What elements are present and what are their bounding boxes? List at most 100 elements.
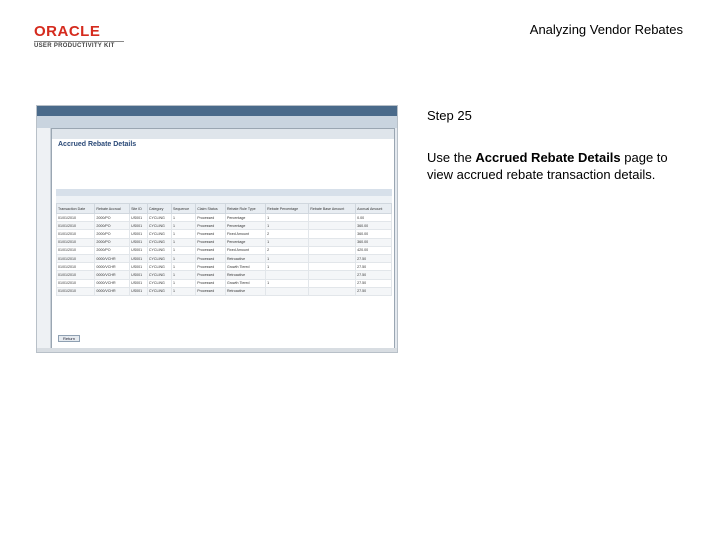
table-cell: 360.00 [355, 221, 392, 231]
table-cell [265, 286, 310, 296]
table-cell: Processed [195, 212, 226, 223]
table-cell: 2000/PO [94, 212, 131, 223]
table-cell: 2000/PO [94, 245, 131, 255]
table-cell: 2000/PO [94, 229, 131, 239]
modal-title-bar [52, 129, 394, 139]
table-cell: Processed [195, 221, 226, 231]
table-cell: 1 [170, 278, 197, 288]
oracle-upk-logo: ORACLE USER PRODUCTIVITY KIT [34, 24, 124, 49]
table-cell: CYCLING [146, 262, 172, 272]
table-cell: Processed [195, 262, 226, 272]
col-sequence: Sequence [170, 203, 197, 214]
slide-title: Analyzing Vendor Rebates [529, 22, 683, 37]
table-cell: US001 [129, 212, 148, 223]
table-cell: 01/01/2010 [55, 262, 96, 272]
table-cell: US001 [129, 245, 148, 255]
table-cell [265, 270, 310, 280]
table-row: 01/01/2010 2000/PO US001 CYCLING 1 Processed P… [55, 221, 392, 231]
table-cell: US001 [129, 237, 148, 247]
table-cell: 1 [170, 286, 197, 296]
table-cell: 1 [170, 237, 197, 247]
col-site-id: Site ID [129, 203, 148, 214]
horizontal-scrollbar [37, 348, 397, 352]
app-nav-bar [37, 116, 397, 128]
table-cell: 0000/VCHR [94, 253, 131, 264]
table-row: 01/01/2010 0000/VCHR US001 CYCLING 1 Processe… [55, 262, 392, 272]
table-cell: Retroactive [224, 270, 267, 280]
table-cell: 27.50 [355, 262, 392, 272]
table-cell: Retroactive [224, 253, 267, 264]
table-cell: US001 [129, 221, 148, 231]
table-cell: CYCLING [146, 270, 172, 280]
table-cell [308, 212, 357, 223]
modal-window: Accrued Rebate Details Rebate DetailsPOR… [51, 128, 395, 350]
table-cell: 2000/PO [94, 237, 131, 247]
rebate-details-grid: Transaction Date Rebate Accrual Site ID … [55, 203, 392, 296]
table-cell: CYCLING [146, 253, 172, 264]
table-cell: Processed [195, 286, 226, 296]
logo-word: ORACLE [34, 23, 101, 40]
table-cell: 0000/VCHR [94, 278, 131, 288]
table-cell [308, 270, 357, 280]
table-cell: 01/01/2010 [55, 286, 96, 296]
table-cell: 0.00 [355, 212, 392, 223]
col-accrual-amount: Accrual Amount [355, 203, 392, 214]
table-row: 01/01/2010 2000/PO US001 CYCLING 1 Processed P… [55, 212, 392, 223]
table-cell: 0000/VCHR [94, 270, 131, 280]
table-cell: Processed [195, 237, 226, 247]
table-cell: US001 [129, 270, 148, 280]
grid-header-bar [56, 189, 392, 196]
table-cell: 1 [170, 221, 197, 231]
table-cell: Fixed Amount [224, 245, 267, 255]
table-cell: 420.00 [355, 245, 392, 255]
table-cell: 2 [265, 245, 310, 255]
col-rebate-percentage: Rebate Percentage [265, 203, 310, 214]
table-cell: 01/01/2010 [55, 253, 96, 264]
table-cell: CYCLING [146, 221, 172, 231]
table-cell: US001 [129, 262, 148, 272]
table-cell: 01/01/2010 [55, 212, 96, 223]
table-cell: US001 [129, 278, 148, 288]
col-rebate-base: Rebate Base Amount [308, 203, 357, 214]
logo-subtitle: USER PRODUCTIVITY KIT [34, 41, 124, 49]
table-cell: 0000/VCHR [94, 262, 131, 272]
table-cell: 27.50 [355, 253, 392, 264]
table-cell: 1 [265, 221, 310, 231]
table-cell: US001 [129, 229, 148, 239]
table-cell: 1 [265, 278, 310, 288]
grid-body: 01/01/2010 2000/PO US001 CYCLING 1 Processed P… [55, 212, 392, 296]
table-cell: 01/01/2010 [55, 237, 96, 247]
grid-header-row: Transaction Date Rebate Accrual Site ID … [55, 203, 392, 214]
table-cell: 27.50 [355, 286, 392, 296]
application-screenshot: Accrued Rebate Details Rebate DetailsPOR… [36, 105, 398, 353]
table-cell: 01/01/2010 [55, 278, 96, 288]
table-cell: 01/01/2010 [55, 221, 96, 231]
table-row: 01/01/2010 0000/VCHR US001 CYCLING 1 Processe… [55, 253, 392, 264]
table-cell [308, 221, 357, 231]
table-cell: 0000/VCHR [94, 286, 131, 296]
table-cell [308, 229, 357, 239]
table-cell: 1 [265, 253, 310, 264]
table-cell [308, 286, 357, 296]
table-cell: 1 [170, 212, 197, 223]
table-cell [308, 262, 357, 272]
step-number: Step 25 [427, 108, 472, 123]
step-text-prefix: Use the [427, 150, 476, 165]
app-left-nav [37, 128, 51, 350]
table-row: 01/01/2010 2000/PO US001 CYCLING 1 Processed P… [55, 237, 392, 247]
table-cell: 1 [170, 229, 197, 239]
col-rebate-accrual: Rebate Accrual [94, 203, 131, 214]
return-button: Return [58, 335, 80, 342]
table-cell: US001 [129, 253, 148, 264]
app-top-bar [37, 106, 397, 116]
table-cell: Processed [195, 270, 226, 280]
table-cell: 27.50 [355, 278, 392, 288]
table-cell: Percentage [224, 237, 267, 247]
table-row: 01/01/2010 0000/VCHR US001 CYCLING 1 Processe… [55, 286, 392, 296]
col-transaction-date: Transaction Date [55, 203, 96, 214]
table-cell: 1 [170, 270, 197, 280]
table-cell: 1 [265, 237, 310, 247]
grid-tabs: Rebate DetailsPOReceiptVoucherRTVClaimIn… [56, 196, 392, 211]
table-cell: Percentage [224, 221, 267, 231]
table-cell: CYCLING [146, 212, 172, 223]
